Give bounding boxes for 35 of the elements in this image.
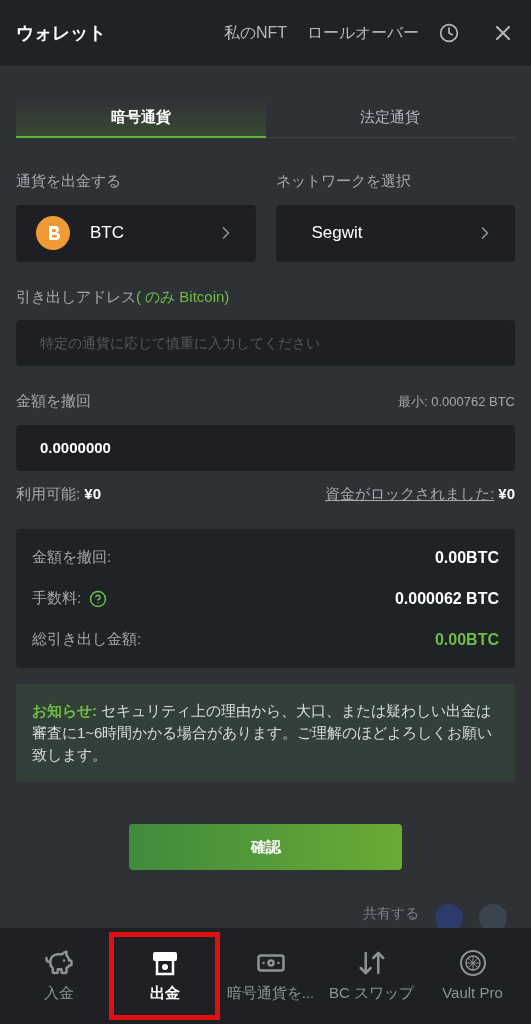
summary-label: 総引き出し金額: [32,629,142,650]
minimum-amount: 最小: 0.000762 BTC [397,392,515,411]
nav-tab[interactable]: 暗号通貨を... [220,928,321,1024]
address-input-field[interactable]: 特定の通貨に応じて慎重に入力してください [16,320,515,366]
nav-tab[interactable]: Vault Pro [422,928,523,1024]
summary-value: 0.000062 BTC [394,588,499,609]
summary-value: 0.00BTC [434,629,499,650]
notice-text: お知らせ: セキュリティ上の理由から、大口、または疑わしい出金は審査に1~6時間かかる場合があります。ご理解のほどよろしくお願い致します。 [32,701,494,765]
network-select[interactable]: Segwit [275,204,515,262]
locked-funds-link[interactable]: 資金がロックされました: [325,482,495,505]
locked-amount: ¥0 [498,483,515,504]
currency-tab[interactable]: 法定通貨 [265,98,515,138]
amount-input-field[interactable]: 0.0000000 [16,424,515,471]
header-link[interactable]: 私のNFT [223,21,287,45]
field-label: ネットワークを選択 [275,171,412,191]
select-value: Segwit [311,222,363,245]
nav-tab[interactable]: 入金 [8,928,109,1024]
history-clock-icon[interactable] [439,23,459,43]
field-label: 引き出しアドレス( のみ Bitcoin) [16,286,231,307]
window-title: ウォレット [16,21,106,45]
currency-select[interactable]: BTC [16,204,256,262]
coin-icon [36,216,70,250]
header-link[interactable]: ロールオーバー [307,21,419,45]
summary-value: 0.00BTC [434,547,499,568]
available-balance: 利用可能: ¥0 [16,483,102,504]
vault-icon [457,947,488,978]
field-label: 金額を撤回 [16,391,91,411]
nav-tab[interactable]: 出金 [109,932,220,1020]
summary-label: 手数料: [32,588,82,609]
select-value: BTC [90,222,124,245]
share-label: 共有する [363,904,419,920]
help-icon[interactable] [89,589,108,608]
nav-tab[interactable]: BC スワップ [321,928,422,1024]
summary-label: 金額を撤回: [32,547,112,568]
field-label: 通貨を出金する [16,171,122,191]
